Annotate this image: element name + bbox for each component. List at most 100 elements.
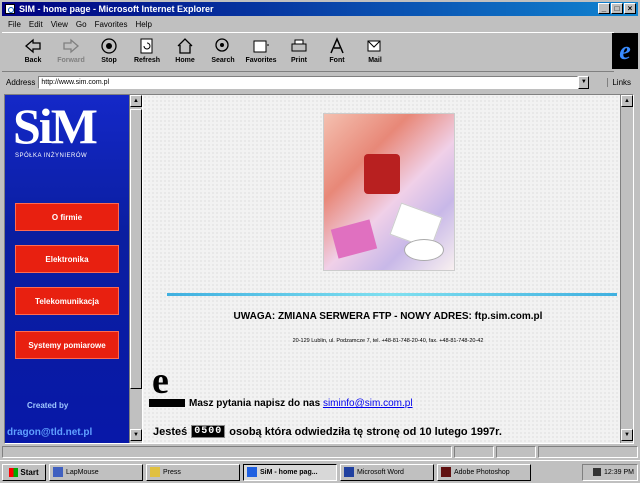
ftp-notice: UWAGA: ZMIANA SERWERA FTP - NOWY ADRES: … <box>233 311 543 322</box>
mail-button[interactable]: Mail <box>358 33 392 71</box>
photo-disk-pink <box>330 219 378 259</box>
company-address: 20-129 Lublin, ul. Podzamcze 7, tel. +48… <box>292 338 484 344</box>
counter-suffix: osobą która odwiedziła tę stronę od 10 l… <box>229 425 502 438</box>
address-input[interactable]: http://www.sim.com.pl <box>38 75 579 89</box>
task-label: Adobe Photoshop <box>454 468 510 476</box>
created-by-label: Created by <box>27 401 69 410</box>
back-arrow-icon <box>25 38 41 54</box>
address-dropdown-button[interactable]: ▼ <box>578 75 590 89</box>
system-tray: 12:39 PM <box>582 463 638 481</box>
speaker-icon[interactable] <box>593 468 602 476</box>
refresh-icon <box>140 38 153 54</box>
photoshop-icon <box>441 467 451 477</box>
refresh-button[interactable]: Refresh <box>130 33 164 71</box>
menu-view[interactable]: View <box>51 20 68 29</box>
word-icon <box>344 467 354 477</box>
scroll-down-button[interactable]: ▼ <box>130 429 142 441</box>
print-icon <box>291 39 307 52</box>
start-label: Start <box>20 467 39 477</box>
left-frame: SiM SPÓŁKA INŻYNIERÓW O firmie Elektroni… <box>5 95 129 443</box>
stop-icon <box>101 38 117 54</box>
email-link[interactable]: siminfo@sim.com.pl <box>323 398 413 409</box>
main-scroll-down-button[interactable]: ▼ <box>621 429 633 441</box>
links-label[interactable]: Links <box>607 77 631 87</box>
window-title: SIM - home page - Microsoft Internet Exp… <box>19 4 214 14</box>
favorites-icon <box>253 40 269 53</box>
author-link[interactable]: dragon@tld.net.pl <box>7 427 92 438</box>
task-press[interactable]: Press <box>146 463 240 481</box>
scroll-thumb[interactable] <box>130 109 142 389</box>
stop-button[interactable]: Stop <box>92 33 126 71</box>
visitor-counter-line: Jesteś 0500 osobą która odwiedziła tę st… <box>153 425 502 438</box>
back-button[interactable]: Back <box>16 33 50 71</box>
photo-cup <box>364 154 400 194</box>
nav-elektronika[interactable]: Elektronika <box>15 245 119 273</box>
toolbar: Back Forward Stop Refresh Home Search Fa… <box>2 32 614 72</box>
task-label: Microsoft Word <box>357 468 404 476</box>
forward-button[interactable]: Forward <box>54 33 88 71</box>
menu-edit[interactable]: Edit <box>29 20 43 29</box>
menu-favorites[interactable]: Favorites <box>95 20 128 29</box>
ie-throbber-logo: e <box>612 33 638 69</box>
visitor-counter: 0500 <box>191 425 226 438</box>
forward-arrow-icon <box>63 38 79 54</box>
task-label: LapMouse <box>66 468 99 476</box>
mail-icon <box>367 40 381 52</box>
search-button[interactable]: Search <box>206 33 240 71</box>
main-frame: UWAGA: ZMIANA SERWERA FTP - NOWY ADRES: … <box>143 95 633 443</box>
ie-app-icon <box>5 4 15 14</box>
print-button[interactable]: Print <box>282 33 316 71</box>
minimize-button[interactable]: _ <box>598 3 610 14</box>
task-label: SiM - home pag... <box>260 468 318 476</box>
home-icon <box>177 38 193 54</box>
font-icon <box>330 37 344 54</box>
status-text-pane <box>2 446 452 458</box>
contact-line: Masz pytania napisz do nas siminfo@sim.c… <box>189 398 413 409</box>
font-button[interactable]: Font <box>320 33 354 71</box>
status-pane-3 <box>496 446 536 458</box>
nav-systemy-pomiarowe[interactable]: Systemy pomiarowe <box>15 331 119 359</box>
maximize-button[interactable]: □ <box>611 3 623 14</box>
menu-file[interactable]: File <box>8 20 21 29</box>
browser-window: SIM - home page - Microsoft Internet Exp… <box>0 0 640 460</box>
status-pane-2 <box>454 446 494 458</box>
close-button[interactable]: × <box>624 3 636 14</box>
ie-icon <box>247 467 257 477</box>
page-content: SiM SPÓŁKA INŻYNIERÓW O firmie Elektroni… <box>4 94 634 444</box>
menu-help[interactable]: Help <box>135 20 151 29</box>
ie-badge-icon: e <box>149 362 185 409</box>
task-adobe-photoshop[interactable]: Adobe Photoshop <box>437 463 531 481</box>
status-bar <box>2 446 638 459</box>
windows-flag-icon <box>9 467 19 477</box>
main-scroll-up-button[interactable]: ▲ <box>621 95 633 107</box>
address-label: Address <box>6 77 36 87</box>
task-label: Press <box>163 468 181 476</box>
task-sim-home-page[interactable]: SiM - home pag... <box>243 463 337 481</box>
favorites-button[interactable]: Favorites <box>244 33 278 71</box>
office-photo <box>323 113 455 271</box>
menu-bar: File Edit View Go Favorites Help <box>2 17 638 31</box>
title-bar[interactable]: SIM - home page - Microsoft Internet Exp… <box>2 2 638 16</box>
search-icon <box>215 38 229 52</box>
taskbar: Start LapMouse Press SiM - home pag... M… <box>0 460 640 483</box>
clock[interactable]: 12:39 PM <box>604 469 634 476</box>
left-frame-scrollbar[interactable]: ▲ ▼ <box>129 95 142 443</box>
task-lapmouse[interactable]: LapMouse <box>49 463 143 481</box>
sim-logo: SiM <box>13 98 98 154</box>
status-zone-pane <box>538 446 638 458</box>
home-button[interactable]: Home <box>168 33 202 71</box>
contact-text: Masz pytania napisz do nas <box>189 398 321 409</box>
menu-go[interactable]: Go <box>76 20 87 29</box>
window-controls: _ □ × <box>598 3 636 14</box>
task-microsoft-word[interactable]: Microsoft Word <box>340 463 434 481</box>
scroll-up-button[interactable]: ▲ <box>130 95 142 107</box>
nav-telekomunikacja[interactable]: Telekomunikacja <box>15 287 119 315</box>
divider-line <box>167 293 617 296</box>
photo-mouse <box>404 239 444 261</box>
counter-prefix: Jesteś <box>153 425 188 438</box>
start-button[interactable]: Start <box>2 463 46 481</box>
lapmouse-icon <box>53 467 63 477</box>
nav-o-firmie[interactable]: O firmie <box>15 203 119 231</box>
main-frame-scrollbar[interactable]: ▲ ▼ <box>620 95 633 443</box>
folder-icon <box>150 467 160 477</box>
